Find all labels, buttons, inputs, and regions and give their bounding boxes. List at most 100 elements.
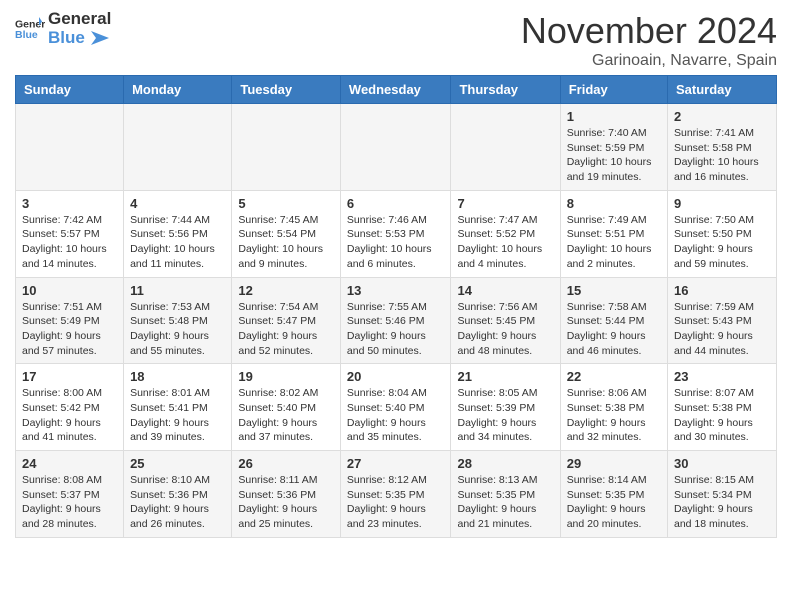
calendar-cell: 19Sunrise: 8:02 AM Sunset: 5:40 PM Dayli… [232, 364, 341, 451]
calendar-week-row: 3 Sunrise: 7:42 AM Sunset: 5:57 PM Daylig… [16, 190, 777, 277]
day-number: 1 [567, 109, 661, 124]
day-number: 28 [457, 456, 553, 471]
day-info: Sunrise: 8:13 AM Sunset: 5:35 PM Dayligh… [457, 473, 553, 532]
calendar-week-row: 10Sunrise: 7:51 AM Sunset: 5:49 PM Dayli… [16, 277, 777, 364]
day-info: Sunrise: 7:51 AM Sunset: 5:49 PM Dayligh… [22, 300, 117, 359]
calendar-cell: 29 Sunrise: 8:14 AM Sunset: 5:35 PM Dayli… [560, 451, 667, 538]
day-number: 2 [674, 109, 770, 124]
calendar-cell: 14Sunrise: 7:56 AM Sunset: 5:45 PM Dayli… [451, 277, 560, 364]
calendar-cell: 3 Sunrise: 7:42 AM Sunset: 5:57 PM Daylig… [16, 190, 124, 277]
day-number: 23 [674, 369, 770, 384]
col-friday: Friday [560, 76, 667, 104]
day-number: 21 [457, 369, 553, 384]
day-number: 15 [567, 283, 661, 298]
calendar-cell: 30Sunrise: 8:15 AM Sunset: 5:34 PM Dayli… [668, 451, 777, 538]
calendar-cell: 25 Sunrise: 8:10 AM Sunset: 5:36 PM Dayli… [124, 451, 232, 538]
day-info: Sunrise: 8:06 AM Sunset: 5:38 PM Dayligh… [567, 386, 661, 445]
calendar-cell: 18 Sunrise: 8:01 AM Sunset: 5:41 PM Dayli… [124, 364, 232, 451]
calendar-cell: 24 Sunrise: 8:08 AM Sunset: 5:37 PM Dayli… [16, 451, 124, 538]
day-number: 11 [130, 283, 225, 298]
day-info: Sunrise: 8:05 AM Sunset: 5:39 PM Dayligh… [457, 386, 553, 445]
day-info: Sunrise: 7:49 AM Sunset: 5:51 PM Dayligh… [567, 213, 661, 272]
day-number: 20 [347, 369, 445, 384]
day-number: 6 [347, 196, 445, 211]
day-number: 5 [238, 196, 334, 211]
col-saturday: Saturday [668, 76, 777, 104]
calendar-cell: 6 Sunrise: 7:46 AM Sunset: 5:53 PM Daylig… [340, 190, 451, 277]
day-number: 25 [130, 456, 225, 471]
day-number: 17 [22, 369, 117, 384]
day-number: 4 [130, 196, 225, 211]
calendar-cell: 12Sunrise: 7:54 AM Sunset: 5:47 PM Dayli… [232, 277, 341, 364]
day-info: Sunrise: 7:55 AM Sunset: 5:46 PM Dayligh… [347, 300, 445, 359]
calendar-cell: 1Sunrise: 7:40 AM Sunset: 5:59 PM Daylig… [560, 104, 667, 191]
day-info: Sunrise: 8:12 AM Sunset: 5:35 PM Dayligh… [347, 473, 445, 532]
day-info: Sunrise: 7:42 AM Sunset: 5:57 PM Dayligh… [22, 213, 117, 272]
col-tuesday: Tuesday [232, 76, 341, 104]
day-number: 22 [567, 369, 661, 384]
calendar-cell: 5 Sunrise: 7:45 AM Sunset: 5:54 PM Daylig… [232, 190, 341, 277]
day-info: Sunrise: 7:41 AM Sunset: 5:58 PM Dayligh… [674, 126, 770, 185]
day-info: Sunrise: 7:47 AM Sunset: 5:52 PM Dayligh… [457, 213, 553, 272]
calendar-cell: 8 Sunrise: 7:49 AM Sunset: 5:51 PM Daylig… [560, 190, 667, 277]
day-number: 27 [347, 456, 445, 471]
calendar-cell: 4 Sunrise: 7:44 AM Sunset: 5:56 PM Daylig… [124, 190, 232, 277]
day-info: Sunrise: 8:07 AM Sunset: 5:38 PM Dayligh… [674, 386, 770, 445]
day-number: 18 [130, 369, 225, 384]
calendar-cell: 20 Sunrise: 8:04 AM Sunset: 5:40 PM Dayli… [340, 364, 451, 451]
calendar-week-row: 24 Sunrise: 8:08 AM Sunset: 5:37 PM Dayli… [16, 451, 777, 538]
calendar-cell: 22 Sunrise: 8:06 AM Sunset: 5:38 PM Dayli… [560, 364, 667, 451]
logo-general: General [48, 10, 111, 29]
day-info: Sunrise: 7:50 AM Sunset: 5:50 PM Dayligh… [674, 213, 770, 272]
page-container: General Blue General Blue November 2024 … [0, 0, 792, 548]
calendar-cell [232, 104, 341, 191]
day-number: 3 [22, 196, 117, 211]
calendar-week-row: 17 Sunrise: 8:00 AM Sunset: 5:42 PM Dayli… [16, 364, 777, 451]
day-number: 29 [567, 456, 661, 471]
col-sunday: Sunday [16, 76, 124, 104]
day-number: 12 [238, 283, 334, 298]
col-wednesday: Wednesday [340, 76, 451, 104]
day-info: Sunrise: 8:00 AM Sunset: 5:42 PM Dayligh… [22, 386, 117, 445]
title-block: November 2024 Garinoain, Navarre, Spain [521, 10, 777, 70]
day-info: Sunrise: 7:46 AM Sunset: 5:53 PM Dayligh… [347, 213, 445, 272]
day-number: 26 [238, 456, 334, 471]
day-info: Sunrise: 8:10 AM Sunset: 5:36 PM Dayligh… [130, 473, 225, 532]
day-info: Sunrise: 8:04 AM Sunset: 5:40 PM Dayligh… [347, 386, 445, 445]
day-info: Sunrise: 7:56 AM Sunset: 5:45 PM Dayligh… [457, 300, 553, 359]
day-number: 16 [674, 283, 770, 298]
month-title: November 2024 [521, 10, 777, 52]
day-number: 7 [457, 196, 553, 211]
day-info: Sunrise: 8:08 AM Sunset: 5:37 PM Dayligh… [22, 473, 117, 532]
day-number: 24 [22, 456, 117, 471]
calendar-cell: 16 Sunrise: 7:59 AM Sunset: 5:43 PM Dayli… [668, 277, 777, 364]
calendar-cell [124, 104, 232, 191]
day-info: Sunrise: 8:11 AM Sunset: 5:36 PM Dayligh… [238, 473, 334, 532]
day-number: 13 [347, 283, 445, 298]
header: General Blue General Blue November 2024 … [15, 10, 777, 70]
calendar-week-row: 1Sunrise: 7:40 AM Sunset: 5:59 PM Daylig… [16, 104, 777, 191]
day-number: 8 [567, 196, 661, 211]
calendar-cell [340, 104, 451, 191]
calendar-cell: 11Sunrise: 7:53 AM Sunset: 5:48 PM Dayli… [124, 277, 232, 364]
location: Garinoain, Navarre, Spain [521, 52, 777, 70]
logo: General Blue General Blue [15, 10, 111, 47]
col-thursday: Thursday [451, 76, 560, 104]
day-info: Sunrise: 7:44 AM Sunset: 5:56 PM Dayligh… [130, 213, 225, 272]
day-number: 19 [238, 369, 334, 384]
calendar-cell [16, 104, 124, 191]
logo-blue: Blue [48, 29, 111, 48]
day-info: Sunrise: 7:58 AM Sunset: 5:44 PM Dayligh… [567, 300, 661, 359]
day-info: Sunrise: 7:45 AM Sunset: 5:54 PM Dayligh… [238, 213, 334, 272]
day-info: Sunrise: 8:14 AM Sunset: 5:35 PM Dayligh… [567, 473, 661, 532]
day-info: Sunrise: 7:59 AM Sunset: 5:43 PM Dayligh… [674, 300, 770, 359]
day-info: Sunrise: 8:01 AM Sunset: 5:41 PM Dayligh… [130, 386, 225, 445]
col-monday: Monday [124, 76, 232, 104]
svg-text:Blue: Blue [15, 29, 38, 41]
calendar-header-row: Sunday Monday Tuesday Wednesday Thursday… [16, 76, 777, 104]
calendar-cell: 23 Sunrise: 8:07 AM Sunset: 5:38 PM Dayli… [668, 364, 777, 451]
calendar-cell: 15 Sunrise: 7:58 AM Sunset: 5:44 PM Dayli… [560, 277, 667, 364]
calendar-cell: 10Sunrise: 7:51 AM Sunset: 5:49 PM Dayli… [16, 277, 124, 364]
calendar-cell: 21 Sunrise: 8:05 AM Sunset: 5:39 PM Dayli… [451, 364, 560, 451]
calendar-cell [451, 104, 560, 191]
